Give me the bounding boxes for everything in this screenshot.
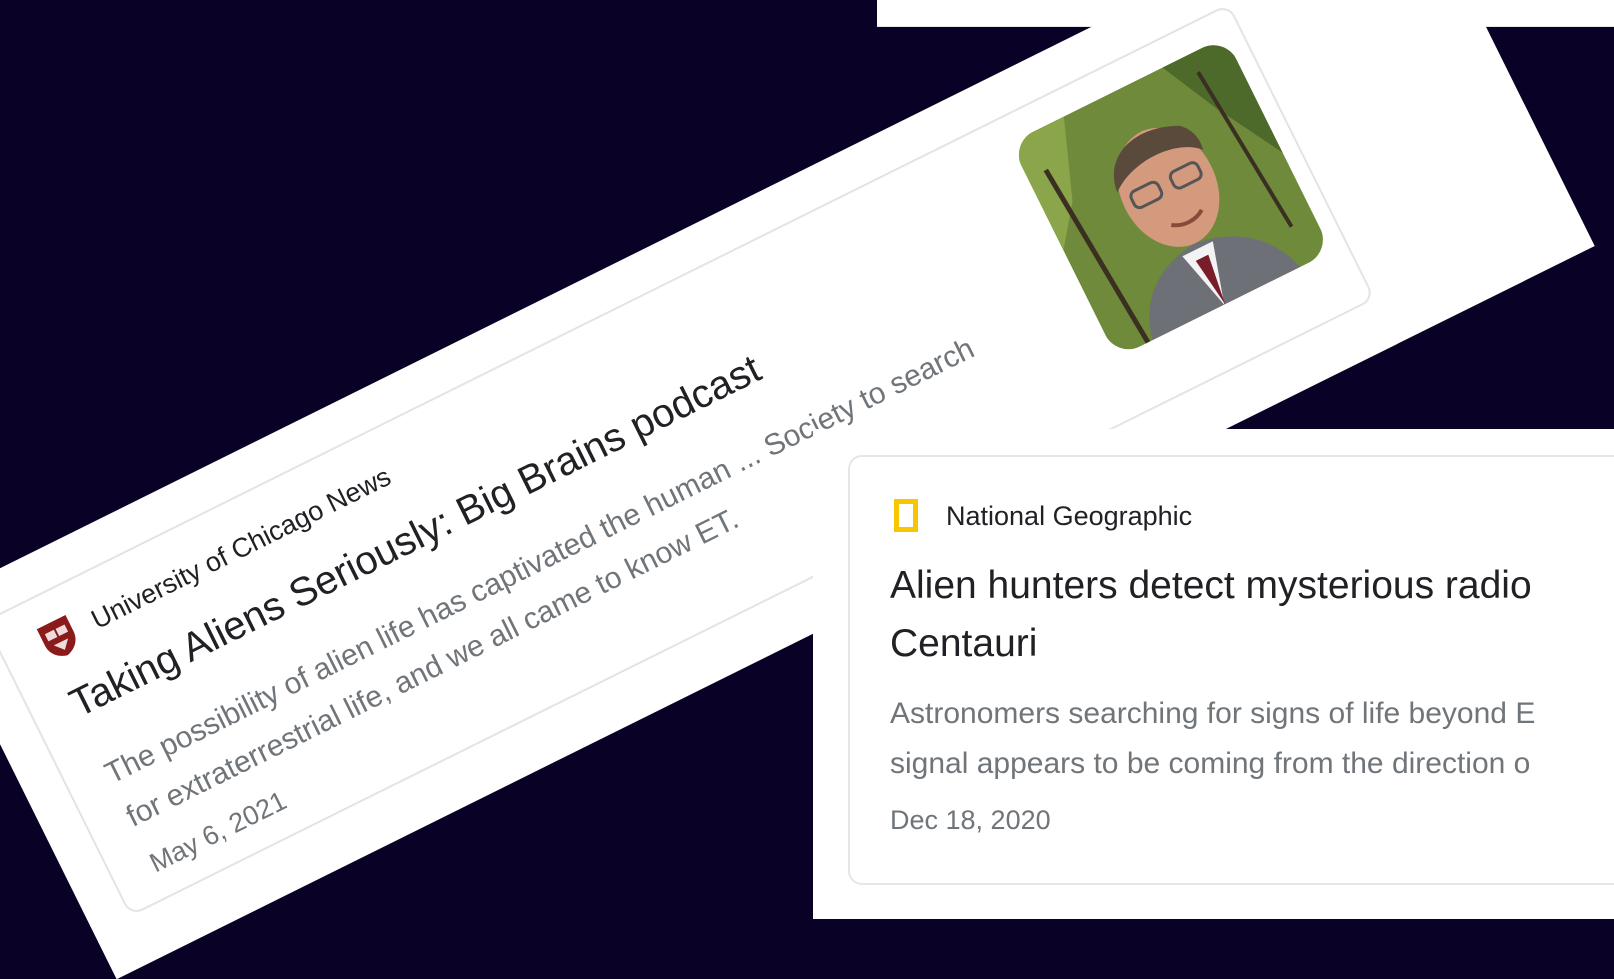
natgeo-logo-icon	[894, 499, 918, 532]
natgeo-news-card[interactable]: National Geographic Alien hunters detect…	[848, 455, 1614, 885]
article-date: Dec 18, 2020	[890, 805, 1051, 835]
article-title-link[interactable]: Alien hunters detect mysterious radio Ce…	[890, 557, 1614, 673]
natgeo-news-panel: National Geographic Alien hunters detect…	[813, 429, 1614, 919]
source-name: National Geographic	[946, 501, 1193, 531]
university-shield-icon	[36, 615, 76, 656]
article-snippet: Astronomers searching for signs of life …	[890, 697, 1536, 780]
man-portrait-photo	[1010, 36, 1332, 359]
article-thumbnail[interactable]	[1010, 36, 1332, 359]
